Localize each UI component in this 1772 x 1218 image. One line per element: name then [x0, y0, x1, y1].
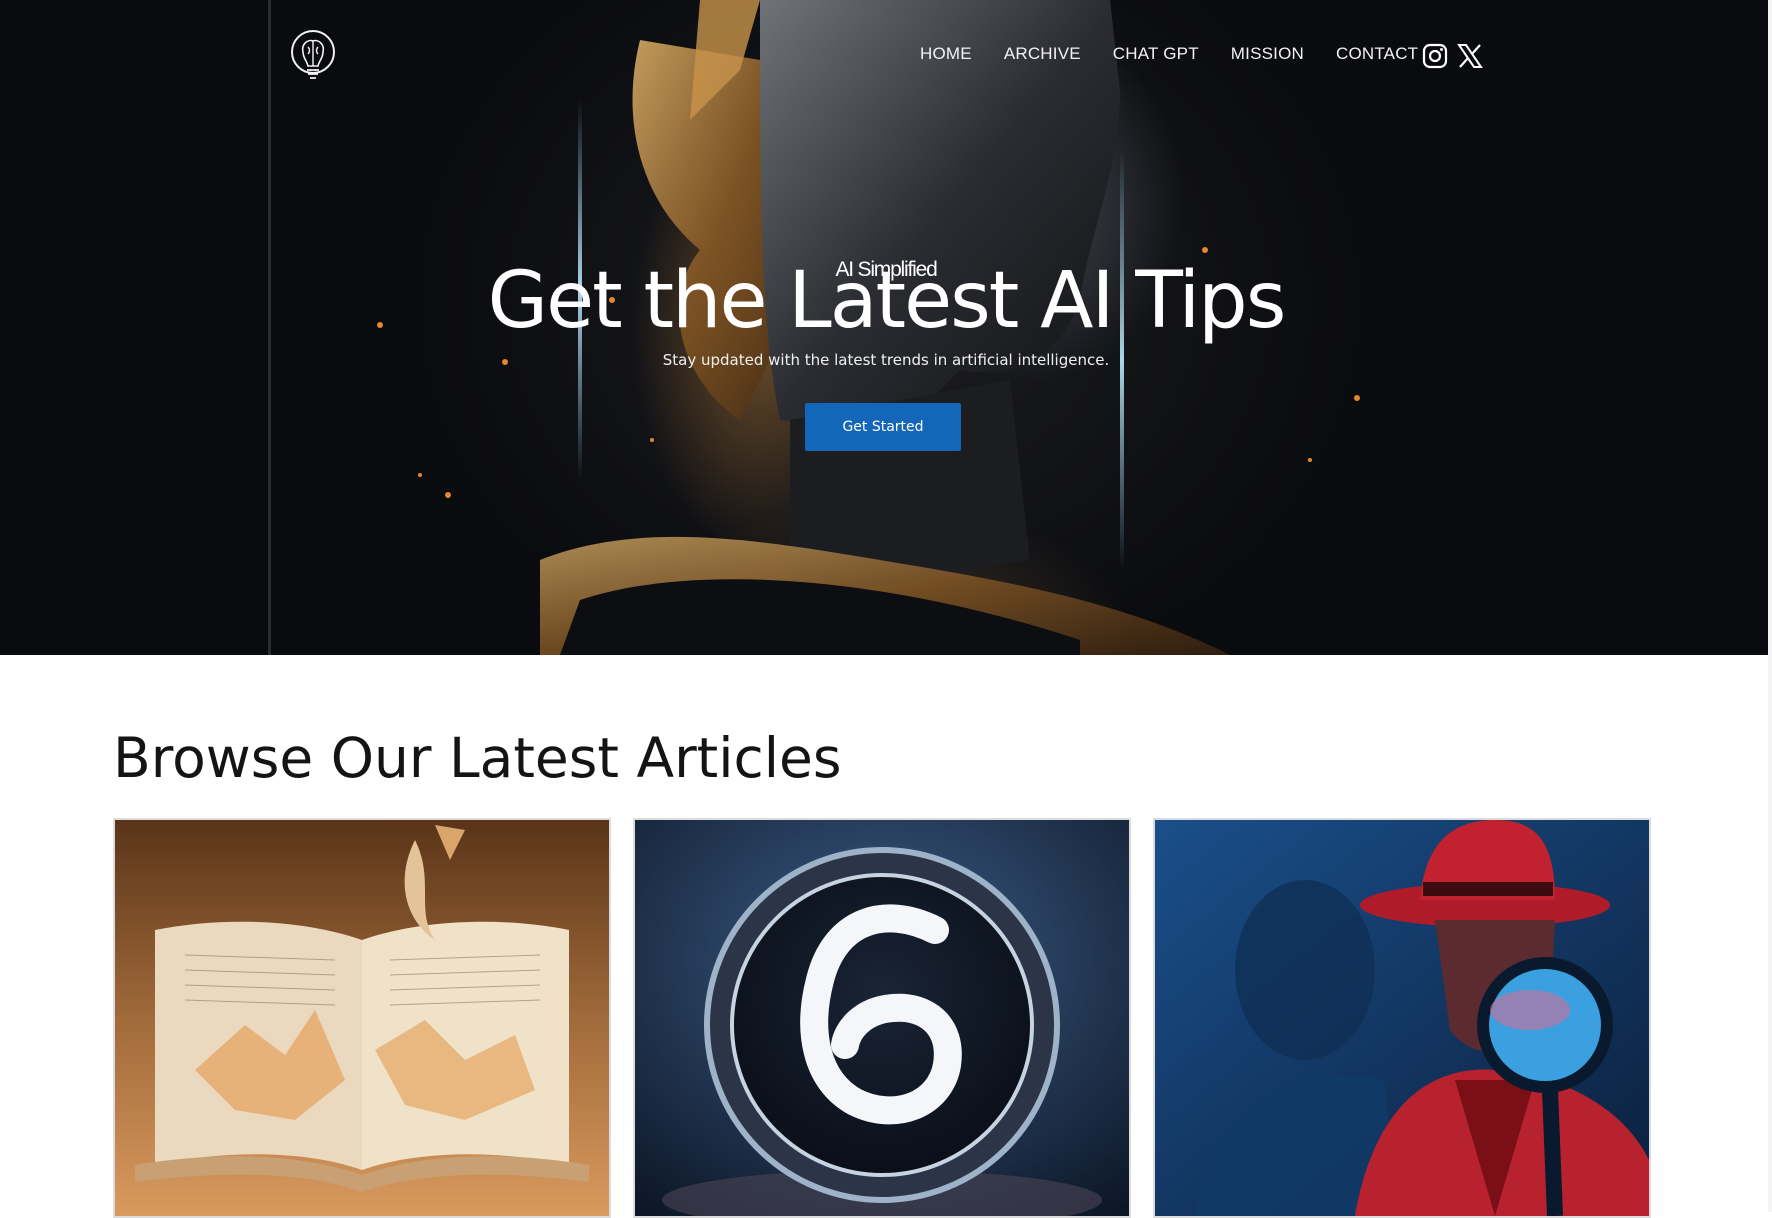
article-card[interactable] — [633, 818, 1131, 1218]
articles-heading: Browse Our Latest Articles — [113, 726, 842, 790]
get-started-button[interactable]: Get Started — [805, 403, 961, 451]
brain-bulb-logo-icon[interactable] — [288, 30, 338, 84]
hero-section: HOME ARCHIVE CHAT GPT MISSION CONTACT AI… — [0, 0, 1772, 655]
x-twitter-icon[interactable] — [1456, 42, 1484, 70]
detective-magnifying-glass-image — [1155, 820, 1649, 1216]
nav-link-archive[interactable]: ARCHIVE — [1004, 44, 1081, 64]
nav-link-mission[interactable]: MISSION — [1231, 44, 1304, 64]
nav-links: HOME ARCHIVE CHAT GPT MISSION CONTACT — [920, 44, 1450, 64]
hero-subtitle: Stay updated with the latest trends in a… — [662, 351, 1110, 369]
hero-title: Get the Latest AI Tips — [487, 256, 1287, 346]
number-six-badge-image — [635, 820, 1129, 1216]
nav-link-contact[interactable]: CONTACT — [1336, 44, 1418, 64]
article-card[interactable] — [1153, 818, 1651, 1218]
instagram-icon[interactable] — [1421, 42, 1449, 70]
article-card[interactable] — [113, 818, 611, 1218]
page-scrollbar[interactable] — [1768, 0, 1772, 1212]
nav-link-home[interactable]: HOME — [920, 44, 972, 64]
nav-link-chat-gpt[interactable]: CHAT GPT — [1113, 44, 1199, 64]
open-book-crumpled-pages-image — [115, 820, 609, 1216]
top-navigation: HOME ARCHIVE CHAT GPT MISSION CONTACT — [0, 0, 1772, 110]
